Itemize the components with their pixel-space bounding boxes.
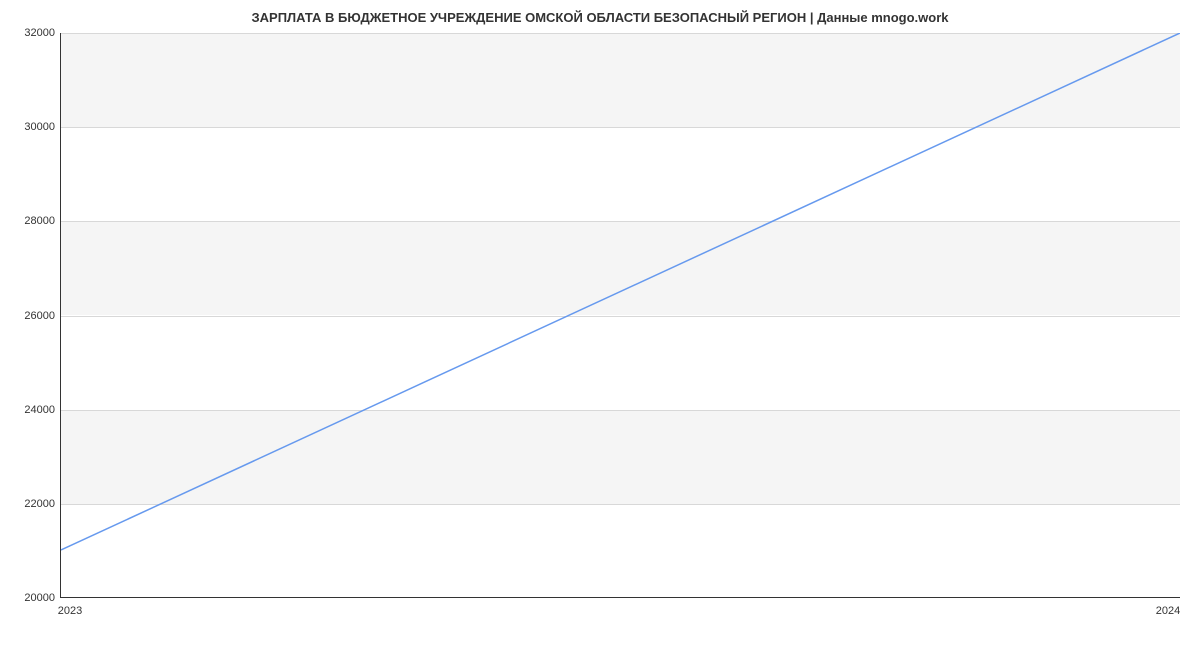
x-tick-label: 2023 [58, 605, 82, 617]
grid-band [61, 33, 1180, 127]
y-tick-label: 24000 [5, 404, 55, 416]
gridline [61, 221, 1180, 222]
y-tick-label: 32000 [5, 27, 55, 39]
plot-area [60, 33, 1180, 598]
y-tick-label: 30000 [5, 121, 55, 133]
y-tick-label: 20000 [5, 592, 55, 604]
grid-band [61, 221, 1180, 315]
gridline [61, 33, 1180, 34]
gridline [61, 410, 1180, 411]
x-tick-label: 2024 [1156, 605, 1180, 617]
chart-title: ЗАРПЛАТА В БЮДЖЕТНОЕ УЧРЕЖДЕНИЕ ОМСКОЙ О… [0, 10, 1200, 25]
y-tick-label: 28000 [5, 215, 55, 227]
gridline [61, 504, 1180, 505]
y-tick-label: 22000 [5, 498, 55, 510]
gridline [61, 127, 1180, 128]
chart-container: ЗАРПЛАТА В БЮДЖЕТНОЕ УЧРЕЖДЕНИЕ ОМСКОЙ О… [0, 0, 1200, 650]
gridline [61, 316, 1180, 317]
y-tick-label: 26000 [5, 310, 55, 322]
grid-band [61, 410, 1180, 504]
